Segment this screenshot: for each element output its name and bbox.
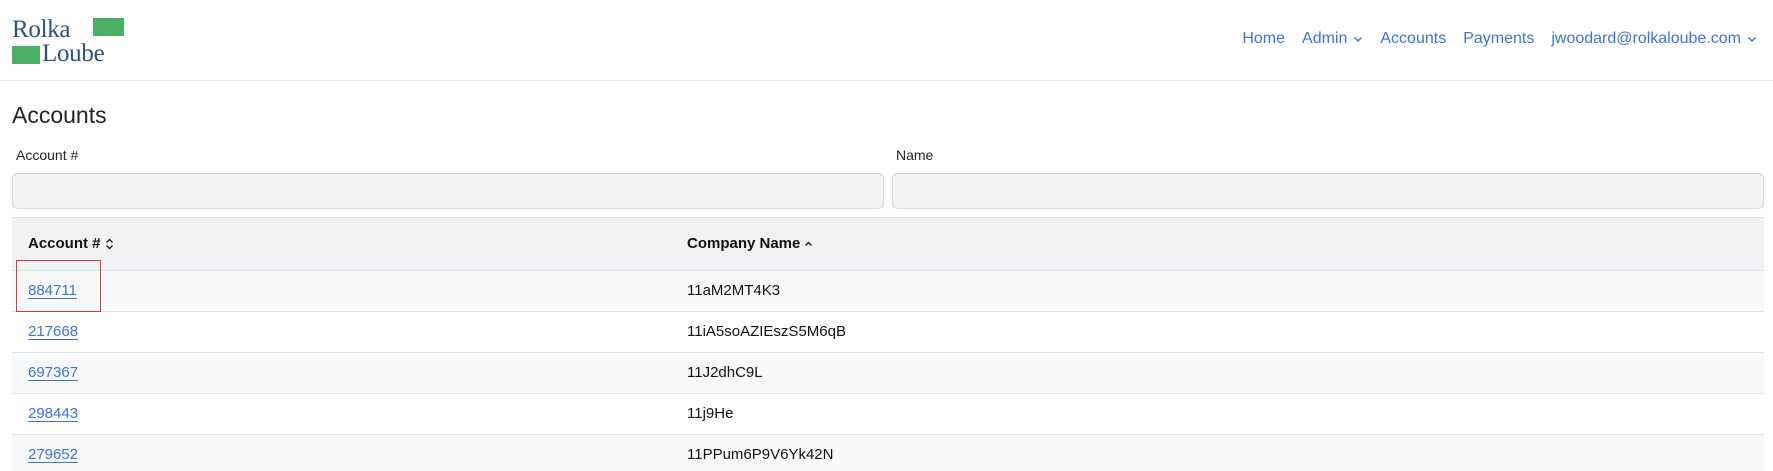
nav-payments-label: Payments [1463,30,1535,47]
logo-green-bar-bottom [12,46,40,64]
table-row: 884711 11aM2MT4K3 [12,260,1764,312]
account-link[interactable]: 217668 [28,323,78,340]
account-filter-label: Account # [16,147,79,163]
nav-admin-dropdown[interactable]: Admin [1302,30,1363,48]
chevron-down-icon [1354,37,1363,42]
accounts-table: Account # Company Name 884711 11aM2MT4K3… [12,217,1764,471]
account-link[interactable]: 279652 [28,446,78,463]
logo-text-line2: Loube [42,40,105,67]
top-navbar: Rolka Loube Home Admin Accounts Payments… [0,0,1773,81]
nav-admin-label: Admin [1302,30,1348,47]
main-nav: Home Admin Accounts Payments jwoodard@ro… [1225,27,1757,51]
sort-ascending-icon [805,240,813,246]
company-name-cell: 11PPum6P9V6Yk42N [687,446,834,463]
table-row: 217668 11iA5soAZIEszS5M6qB [12,312,1764,353]
company-name-cell: 11iA5soAZIEszS5M6qB [687,323,846,340]
table-row: 298443 11j9He [12,394,1764,435]
page-title: Accounts [12,102,107,128]
rolka-loube-logo[interactable]: Rolka Loube [12,14,127,66]
column-header-company-name-label: Company Name [687,235,801,252]
table-row: 697367 11J2dhC9L [12,353,1764,394]
name-filter-input[interactable] [892,173,1764,209]
account-link[interactable]: 298443 [28,405,78,422]
name-filter-label: Name [896,147,934,163]
company-name-cell: 11j9He [687,405,734,422]
logo-text-line1: Rolka [12,16,71,43]
logo-green-bar-top [93,18,124,36]
company-name-cell: 11J2dhC9L [687,364,763,381]
nav-accounts-link[interactable]: Accounts [1380,30,1446,48]
column-header-company-name[interactable]: Company Name [687,235,813,252]
account-link[interactable]: 884711 [28,282,77,299]
sort-unsorted-icon [105,238,113,249]
nav-accounts-label: Accounts [1380,30,1447,47]
nav-home-label: Home [1242,30,1286,47]
chevron-down-icon [1748,37,1756,42]
table-header: Account # Company Name [12,217,1764,271]
table-row: 279652 11PPum6P9V6Yk42N [12,435,1764,471]
column-header-account[interactable]: Account # [28,235,114,252]
nav-user-dropdown[interactable]: jwoodard@rolkaloube.com [1551,30,1757,48]
nav-home-link[interactable]: Home [1242,30,1285,48]
nav-payments-link[interactable]: Payments [1463,30,1534,48]
column-header-account-label: Account # [28,235,101,252]
account-link[interactable]: 697367 [28,364,78,381]
nav-user-email: jwoodard@rolkaloube.com [1551,30,1741,47]
company-name-cell: 11aM2MT4K3 [687,282,781,299]
account-filter-input[interactable] [12,173,884,209]
